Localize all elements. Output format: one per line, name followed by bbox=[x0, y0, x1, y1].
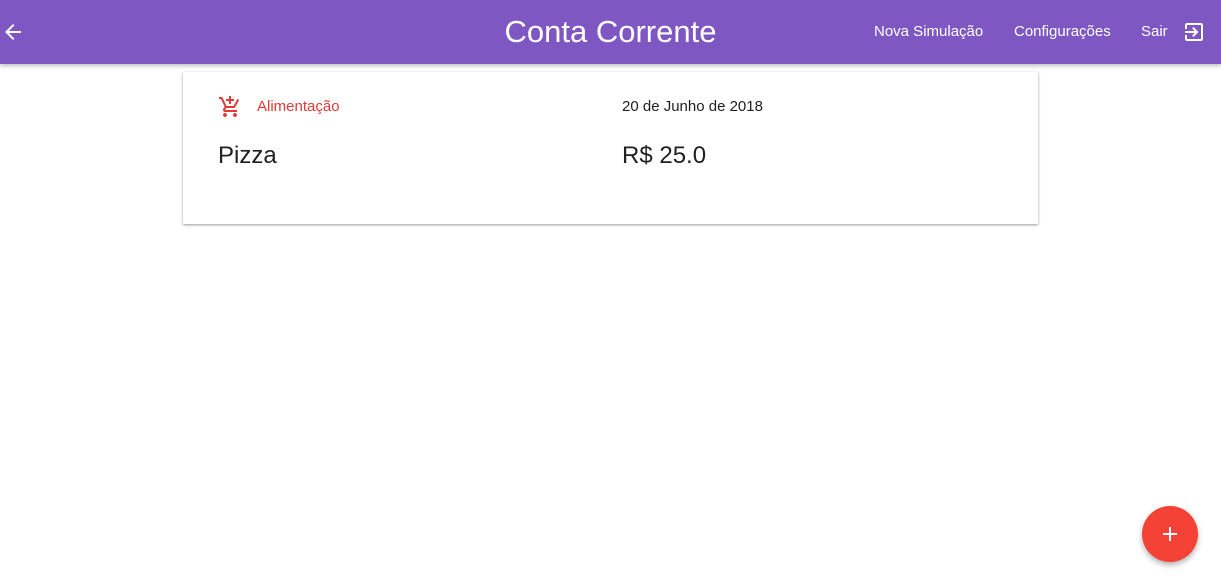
exit-to-app-icon bbox=[1184, 23, 1203, 41]
transaction-description: Pizza bbox=[218, 142, 277, 169]
add-shopping-cart-icon bbox=[219, 96, 240, 117]
transaction-date: 20 de Junho de 2018 bbox=[622, 98, 763, 115]
back-button[interactable] bbox=[0, 16, 26, 48]
category-label: Alimentação bbox=[257, 98, 340, 115]
arrow-back-icon bbox=[5, 24, 21, 40]
app-bar: Conta Corrente Nova Simulação Configuraç… bbox=[0, 0, 1221, 64]
sair-button[interactable]: Sair bbox=[1141, 20, 1206, 44]
add-transaction-button[interactable] bbox=[1142, 506, 1198, 562]
plus-icon bbox=[1163, 527, 1177, 541]
sair-label: Sair bbox=[1141, 23, 1168, 40]
transaction-card[interactable]: Alimentação 20 de Junho de 2018 Pizza R$… bbox=[183, 72, 1038, 224]
nova-simulacao-button[interactable]: Nova Simulação bbox=[874, 20, 983, 44]
transaction-amount: R$ 25.0 bbox=[622, 142, 707, 169]
configuracoes-button[interactable]: Configurações bbox=[1014, 20, 1111, 44]
